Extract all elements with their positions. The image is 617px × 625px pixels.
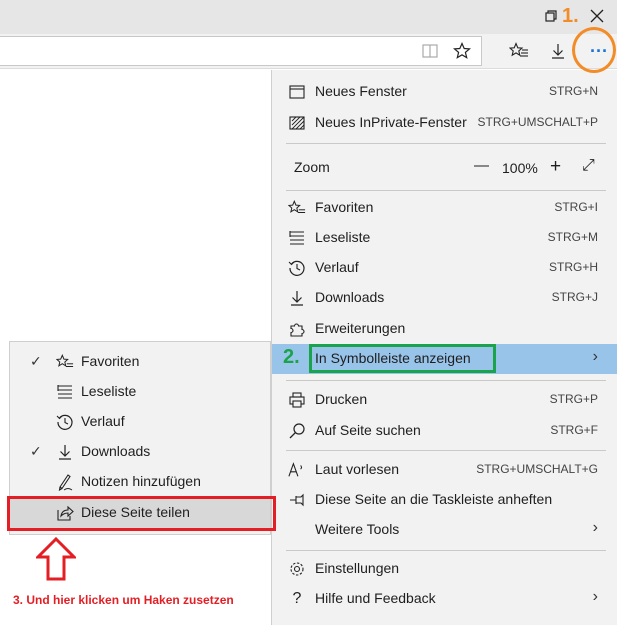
zoom-value: 100% (502, 160, 538, 176)
help-icon: ? (292, 590, 302, 607)
step-1-circle (572, 27, 616, 73)
check-icon: ✓ (30, 353, 42, 369)
submenu-label: Notizen hinzufügen (81, 473, 201, 489)
menu-label: Neues InPrivate-Fenster (315, 114, 467, 130)
divider (286, 450, 606, 451)
shortcut: STRG+H (548, 260, 598, 274)
download-icon (56, 443, 74, 461)
download-icon[interactable] (544, 37, 572, 65)
menu-label: Drucken (315, 391, 368, 407)
download-icon (288, 289, 306, 307)
shortcut: STRG+UMSCHALT+P (477, 115, 598, 129)
zoom-in-button[interactable]: + (550, 156, 561, 178)
step-2-label: 2. (283, 346, 300, 368)
shortcut: STRG+M (547, 230, 598, 244)
menu-label: Neues Fenster (315, 83, 407, 99)
menu-item-print[interactable]: Drucken STRG+P (272, 385, 617, 415)
submenu-label: Downloads (81, 443, 151, 459)
pen-icon (56, 473, 74, 491)
menu-item-settings[interactable]: Einstellungen (272, 554, 617, 584)
menu-item-history[interactable]: Verlauf STRG+H (272, 253, 617, 283)
menu-label: Verlauf (315, 259, 359, 275)
menu-label: Einstellungen (315, 560, 400, 576)
menu-item-reading-list[interactable]: Leseliste STRG+M (272, 223, 617, 253)
menu-label: Hilfe und Feedback (315, 590, 436, 606)
check-icon: ✓ (30, 443, 42, 459)
menu-item-zoom: Zoom — 100% + ⤢ (272, 153, 617, 183)
submenu-label: Favoriten (81, 353, 140, 369)
close-icon[interactable] (584, 5, 610, 27)
submenu-item-reading-list[interactable]: Leseliste (10, 377, 270, 407)
pin-icon (288, 491, 306, 509)
divider (286, 380, 606, 381)
submenu-item-downloads[interactable]: ✓ Downloads (10, 437, 270, 467)
submenu-item-add-notes[interactable]: Notizen hinzufügen (10, 467, 270, 497)
search-icon (288, 422, 306, 440)
read-aloud-icon (288, 461, 306, 479)
puzzle-icon (288, 320, 306, 338)
menu-label: Erweiterungen (315, 320, 406, 336)
submenu-label: Leseliste (81, 383, 137, 399)
chevron-right-icon: › (592, 519, 598, 536)
divider (286, 550, 606, 551)
reading-list-icon (56, 383, 74, 401)
menu-label: Downloads (315, 289, 385, 305)
menu-label: Weitere Tools (315, 521, 400, 537)
menu-label: Auf Seite suchen (315, 422, 421, 438)
shortcut: STRG+I (554, 200, 598, 214)
printer-icon (288, 391, 306, 409)
submenu-item-favorites[interactable]: ✓ Favoriten (10, 347, 270, 377)
menu-label: Favoriten (315, 199, 374, 215)
reading-view-icon[interactable] (416, 37, 444, 65)
divider (286, 143, 606, 144)
shortcut: STRG+F (550, 423, 598, 437)
shortcut: STRG+UMSCHALT+G (476, 462, 598, 476)
step-3-instruction: 3. Und hier klicken um Haken zusetzen (13, 593, 234, 607)
favorites-icon[interactable] (505, 37, 533, 65)
menu-item-new-inprivate[interactable]: Neues InPrivate-Fenster STRG+UMSCHALT+P (272, 108, 617, 138)
reading-list-icon (288, 229, 306, 247)
restore-icon[interactable] (537, 5, 563, 27)
history-icon (56, 413, 74, 431)
menu-item-extensions[interactable]: Erweiterungen (272, 314, 617, 344)
settings-menu: Neues Fenster STRG+N Neues InPrivate-Fen… (271, 70, 617, 625)
gear-icon (288, 560, 306, 578)
favorites-icon (288, 199, 306, 217)
menu-item-read-aloud[interactable]: Laut vorlesen STRG+UMSCHALT+G (272, 455, 617, 485)
submenu-item-history[interactable]: Verlauf (10, 407, 270, 437)
star-icon[interactable] (448, 37, 476, 65)
shortcut: STRG+P (549, 392, 598, 406)
chevron-right-icon: › (592, 588, 598, 605)
window-icon (288, 83, 306, 101)
shortcut: STRG+N (548, 84, 598, 98)
fullscreen-icon[interactable]: ⤢ (582, 157, 595, 175)
menu-label: Leseliste (315, 229, 371, 245)
step-1-label: 1. (562, 5, 579, 27)
arrow-up-icon (36, 537, 76, 581)
step-3-highlight-box (7, 496, 276, 531)
history-icon (288, 259, 306, 277)
menu-label: Laut vorlesen (315, 461, 400, 477)
zoom-out-button[interactable]: — (474, 157, 489, 174)
menu-item-downloads[interactable]: Downloads STRG+J (272, 283, 617, 313)
menu-item-pin-taskbar[interactable]: Diese Seite an die Taskleiste anheften (272, 485, 617, 515)
title-bar (0, 0, 617, 34)
chevron-right-icon: › (592, 348, 598, 365)
menu-item-help[interactable]: ? Hilfe und Feedback › (272, 584, 617, 614)
menu-item-find[interactable]: Auf Seite suchen STRG+F (272, 416, 617, 446)
address-bar[interactable] (0, 36, 482, 66)
menu-item-new-window[interactable]: Neues Fenster STRG+N (272, 77, 617, 107)
favorites-icon (56, 353, 74, 371)
step-2-highlight-box (309, 344, 496, 373)
menu-item-favorites[interactable]: Favoriten STRG+I (272, 193, 617, 223)
menu-label: Diese Seite an die Taskleiste anheften (315, 491, 553, 507)
menu-item-more-tools[interactable]: Weitere Tools › (272, 515, 617, 545)
zoom-label: Zoom (294, 159, 330, 175)
submenu-label: Verlauf (81, 413, 125, 429)
divider (286, 190, 606, 191)
shortcut: STRG+J (551, 290, 598, 304)
toolbar: ··· (0, 34, 617, 69)
inprivate-icon (288, 114, 306, 132)
